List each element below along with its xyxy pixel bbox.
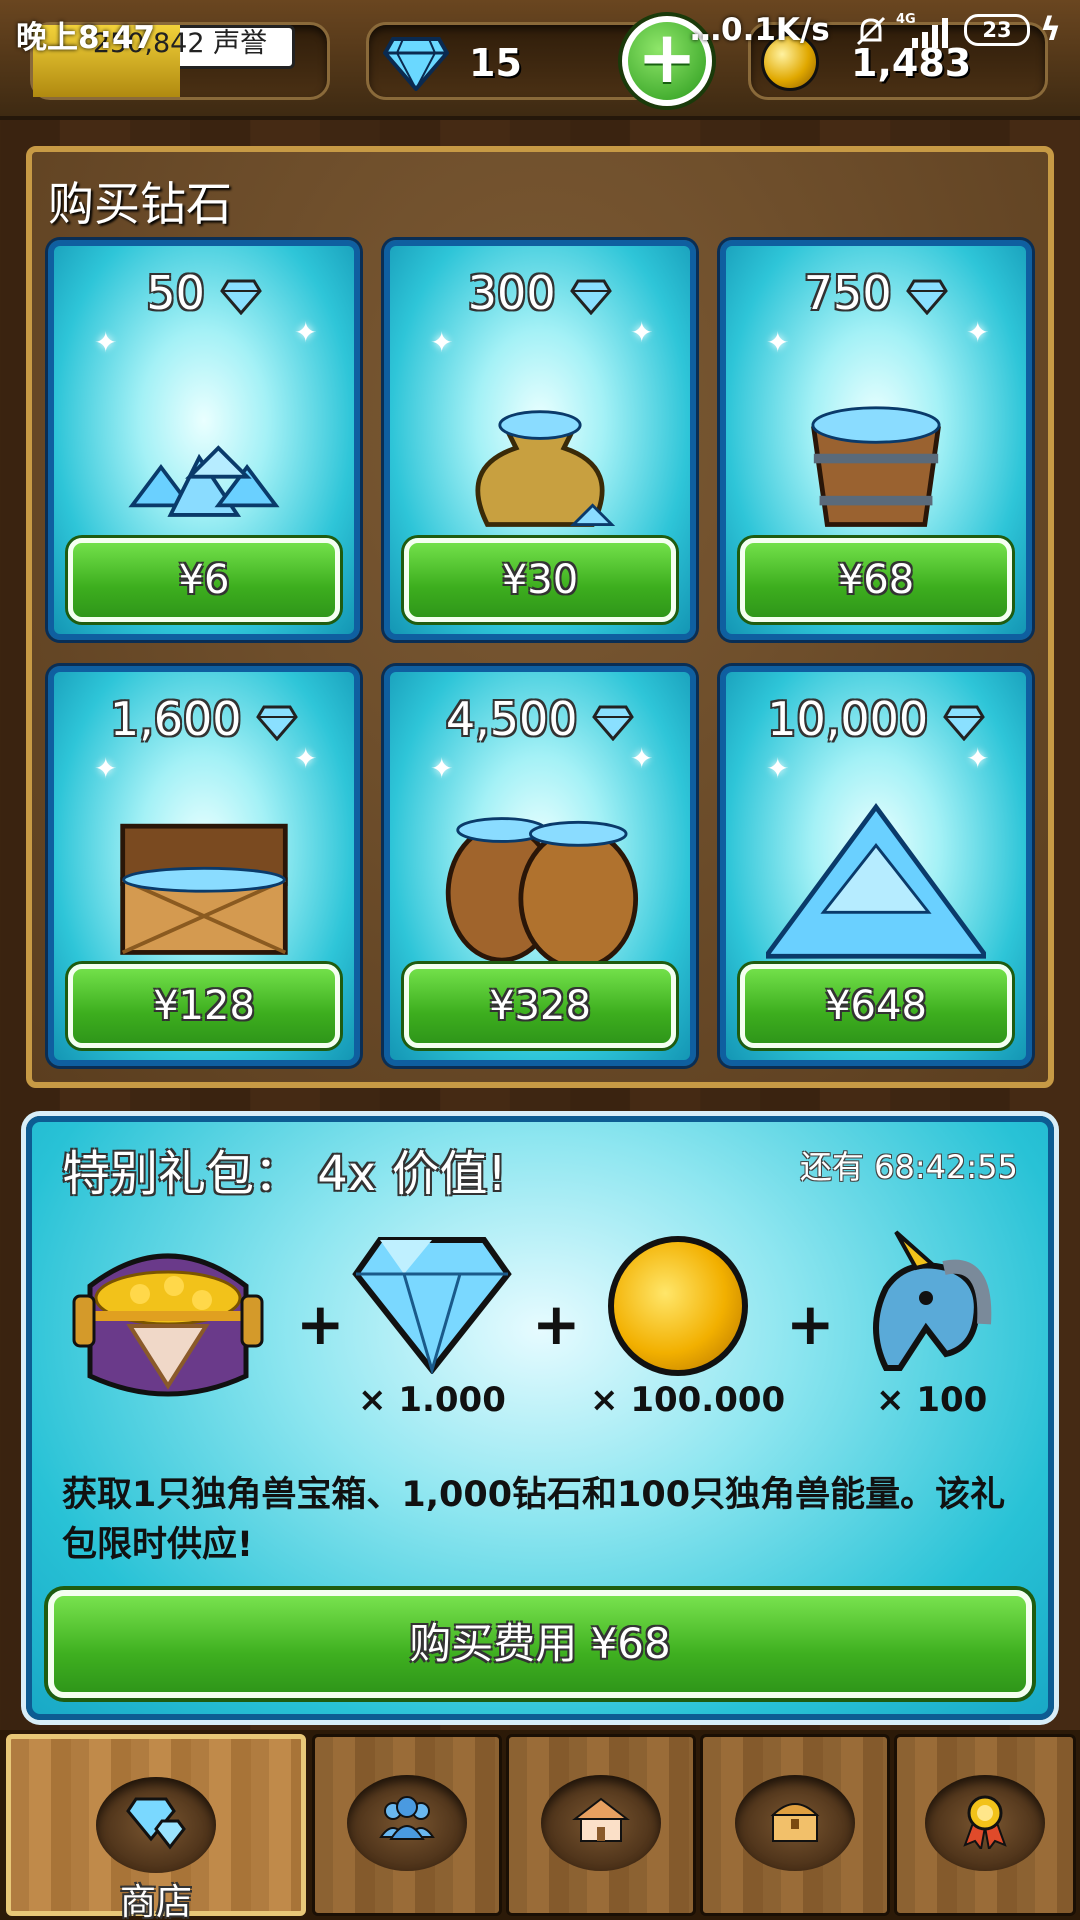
pack-amount-value: 10,000 xyxy=(767,692,929,746)
diamond-pack-card[interactable]: 50 ✦ ✦ ¥6 xyxy=(48,240,360,640)
diamond-qty: × 1.000 xyxy=(358,1380,506,1420)
pack-amount-value: 750 xyxy=(803,266,892,320)
diamond-icon xyxy=(219,279,262,315)
diamond-pack-card[interactable]: 1,600 ✦ ✦ ¥128 xyxy=(48,666,360,1066)
diamond-icon xyxy=(256,705,299,741)
tab-shop-label: 商店 xyxy=(119,1882,192,1920)
pack-amount: 1,600 xyxy=(54,692,354,746)
sparkle-icon: ✦ xyxy=(966,742,990,775)
battery-level: 23 xyxy=(982,18,1012,42)
medal-icon xyxy=(963,1795,1007,1849)
diamond-pack-card[interactable]: 10,000 ✦ ✦ ¥648 xyxy=(720,666,1032,1066)
gold-coin-icon xyxy=(608,1236,748,1376)
shop-diamond-icon xyxy=(126,1797,186,1850)
diamond-icon xyxy=(352,1237,512,1374)
pack-amount-value: 1,600 xyxy=(109,692,242,746)
treasure-chest-image xyxy=(120,823,288,955)
diamond-pile-image xyxy=(128,445,280,517)
status-bar: 晚上8:47 …0.1K/s 4G 23 ϟ xyxy=(0,0,1080,64)
special-offer-description: 获取1只独角兽宝箱、1,000钻石和100只独角兽能量。该礼包限时供应! xyxy=(62,1475,1006,1565)
diamond-mountain-image xyxy=(766,803,986,959)
pack-amount: 4,500 xyxy=(390,692,690,746)
sparkle-icon: ✦ xyxy=(430,326,454,359)
pack-amount: 300 xyxy=(390,266,690,320)
pack-amount-value: 300 xyxy=(467,266,556,320)
buy-pack-button[interactable]: ¥68 xyxy=(740,538,1012,622)
pack-amount: 50 xyxy=(54,266,354,320)
buy-pack-button[interactable]: ¥128 xyxy=(68,964,340,1048)
diamond-icon xyxy=(570,279,613,315)
network-speed: …0.1K/s xyxy=(690,12,830,48)
shop-title: 购买钻石 xyxy=(48,177,232,231)
special-offer-title: 特别礼包： 4x 价值! xyxy=(62,1146,507,1202)
battery-icon: 23 xyxy=(964,14,1030,46)
diamond-sack-image xyxy=(475,410,616,527)
diamond-icon xyxy=(942,705,985,741)
sparkle-icon: ✦ xyxy=(766,752,790,785)
diamond-icon xyxy=(906,279,949,315)
tab-team[interactable] xyxy=(312,1734,502,1916)
unicorn-icon xyxy=(873,1230,992,1371)
diamond-bucket-image xyxy=(811,406,941,527)
sparkle-icon: ✦ xyxy=(630,316,654,349)
coin-qty: × 100.000 xyxy=(590,1380,786,1420)
pack-amount-value: 4,500 xyxy=(445,692,578,746)
mute-bell-icon xyxy=(856,16,886,46)
buy-special-offer-button[interactable]: 购买费用 ¥68 xyxy=(48,1590,1032,1698)
buy-pack-button[interactable]: ¥648 xyxy=(740,964,1012,1048)
pack-amount: 750 xyxy=(726,266,1026,320)
plus-sign: + xyxy=(786,1290,835,1358)
buy-pack-button[interactable]: ¥328 xyxy=(404,964,676,1048)
unicorn-chest-icon xyxy=(72,1253,264,1397)
sparkle-icon: ✦ xyxy=(966,316,990,349)
houses-icon xyxy=(572,1797,630,1842)
signal-icon xyxy=(912,18,948,48)
sparkle-icon: ✦ xyxy=(94,326,118,359)
sparkle-icon: ✦ xyxy=(294,316,318,349)
diamond-pack-card[interactable]: 750 ✦ ✦ ¥68 xyxy=(720,240,1032,640)
sparkle-icon: ✦ xyxy=(94,752,118,785)
plus-sign: + xyxy=(296,1290,345,1358)
diamond-icon xyxy=(592,705,635,741)
barrels-image xyxy=(445,817,639,964)
tab-achievements[interactable] xyxy=(894,1734,1076,1916)
buy-pack-button[interactable]: ¥6 xyxy=(68,538,340,622)
unicorn-qty: × 100 xyxy=(876,1380,988,1420)
tab-town[interactable] xyxy=(506,1734,696,1916)
diamond-pack-card[interactable]: 4,500 ✦ ✦ ¥328 xyxy=(384,666,696,1066)
charging-icon: ϟ xyxy=(1040,10,1062,48)
sparkle-icon: ✦ xyxy=(294,742,318,775)
pack-amount: 10,000 xyxy=(726,692,1026,746)
tab-shop[interactable]: 商店 xyxy=(6,1734,306,1920)
buy-pack-button[interactable]: ¥30 xyxy=(404,538,676,622)
status-time: 晚上8:47 xyxy=(16,20,156,56)
people-icon xyxy=(379,1796,435,1840)
pack-amount-value: 50 xyxy=(146,266,205,320)
sparkle-icon: ✦ xyxy=(766,326,790,359)
diamond-pack-card[interactable]: 300 ✦ ✦ ¥30 xyxy=(384,240,696,640)
plus-sign: + xyxy=(532,1290,581,1358)
bottom-nav: 商店 xyxy=(0,1730,1080,1920)
tab-chests[interactable] xyxy=(700,1734,890,1916)
chest-icon xyxy=(770,1803,820,1842)
sparkle-icon: ✦ xyxy=(630,742,654,775)
offer-countdown: 还有 68:42:55 xyxy=(800,1148,1018,1186)
sparkle-icon: ✦ xyxy=(430,752,454,785)
